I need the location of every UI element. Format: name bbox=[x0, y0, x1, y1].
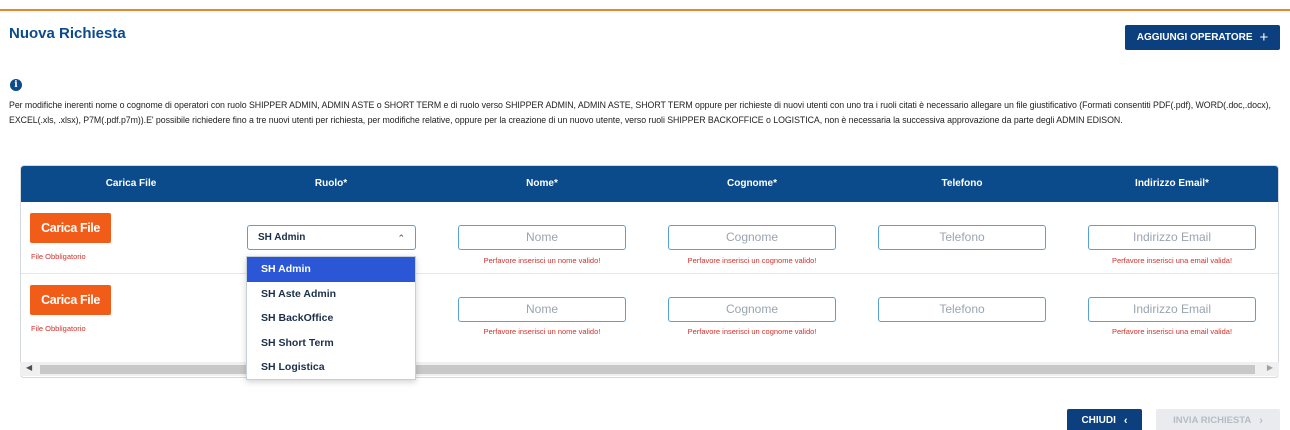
scroll-right-icon[interactable]: ▶ bbox=[1267, 363, 1273, 372]
column-header-carica-file: Carica File bbox=[105, 178, 157, 189]
role-select-value: SH Admin bbox=[258, 232, 306, 243]
role-dropdown-menu: SH Admin SH Aste Admin SH BackOffice SH … bbox=[246, 256, 416, 380]
email-input[interactable]: Indirizzo Email bbox=[1088, 225, 1256, 250]
chevron-left-icon: ‹ bbox=[1123, 414, 1128, 427]
info-icon: i bbox=[10, 79, 22, 91]
add-operator-label: AGGIUNGI OPERATORE bbox=[1136, 32, 1253, 43]
role-option-sh-short-term[interactable]: SH Short Term bbox=[247, 331, 415, 356]
role-option-sh-logistica[interactable]: SH Logistica bbox=[247, 355, 415, 380]
role-select[interactable]: SH Admin ⌃ bbox=[247, 225, 416, 250]
nome-input[interactable]: Nome bbox=[458, 297, 626, 322]
role-option-sh-backoffice[interactable]: SH BackOffice bbox=[247, 306, 415, 331]
telefono-input[interactable]: Telefono bbox=[878, 297, 1046, 322]
submit-request-label: INVIA RICHIESTA bbox=[1173, 415, 1252, 426]
column-header-telefono: Telefono bbox=[941, 178, 983, 189]
nome-error: Perfavore inserisci un nome valido! bbox=[483, 327, 601, 336]
info-text: Per modifiche inerenti nome o cognome di… bbox=[9, 100, 1271, 125]
email-error: Perfavore inserisci una email valida! bbox=[1111, 327, 1233, 336]
file-required-error: File Obbligatorio bbox=[31, 324, 86, 333]
upload-file-button[interactable]: Carica File bbox=[30, 213, 111, 243]
file-required-error: File Obbligatorio bbox=[31, 252, 86, 261]
cognome-error: Perfavore inserisci un cognome valido! bbox=[687, 256, 817, 265]
column-header-cognome: Cognome* bbox=[727, 178, 777, 189]
plus-icon: + bbox=[1259, 29, 1269, 46]
chevron-right-icon: › bbox=[1259, 414, 1263, 427]
page-title: Nuova Richiesta bbox=[9, 25, 126, 42]
cognome-input[interactable]: Cognome bbox=[668, 225, 836, 250]
scrollbar-thumb[interactable] bbox=[40, 365, 1255, 374]
chevron-up-icon: ⌃ bbox=[397, 233, 405, 243]
upload-file-button[interactable]: Carica File bbox=[30, 285, 111, 315]
table-row: Carica File File Obbligatorio Nome Perfa… bbox=[21, 275, 1278, 347]
close-button[interactable]: CHIUDI ‹ bbox=[1067, 409, 1142, 430]
horizontal-scrollbar[interactable]: ◀ ▶ bbox=[20, 362, 1279, 376]
header-divider bbox=[0, 9, 1290, 11]
column-header-email: Indirizzo Email* bbox=[1135, 178, 1209, 189]
nome-error: Perfavore inserisci un nome valido! bbox=[483, 256, 601, 265]
close-button-label: CHIUDI bbox=[1081, 415, 1116, 426]
column-header-nome: Nome* bbox=[526, 178, 558, 189]
cognome-error: Perfavore inserisci un cognome valido! bbox=[687, 327, 817, 336]
add-operator-button[interactable]: AGGIUNGI OPERATORE + bbox=[1125, 25, 1280, 50]
role-option-sh-aste-admin[interactable]: SH Aste Admin bbox=[247, 282, 415, 307]
column-header-ruolo: Ruolo* bbox=[314, 178, 348, 189]
scroll-left-icon[interactable]: ◀ bbox=[26, 363, 32, 372]
nome-input[interactable]: Nome bbox=[458, 225, 626, 250]
cognome-input[interactable]: Cognome bbox=[668, 297, 836, 322]
table-row: Carica File File Obbligatorio SH Admin ⌃… bbox=[21, 202, 1278, 274]
telefono-input[interactable]: Telefono bbox=[878, 225, 1046, 250]
operators-table: Carica File Ruolo* Nome* Cognome* Telefo… bbox=[20, 165, 1279, 378]
submit-request-button[interactable]: INVIA RICHIESTA › bbox=[1156, 409, 1280, 430]
email-input[interactable]: Indirizzo Email bbox=[1088, 297, 1256, 322]
role-option-sh-admin[interactable]: SH Admin bbox=[247, 257, 415, 282]
table-header: Carica File Ruolo* Nome* Cognome* Telefo… bbox=[21, 166, 1278, 202]
email-error: Perfavore inserisci una email valida! bbox=[1111, 256, 1233, 265]
